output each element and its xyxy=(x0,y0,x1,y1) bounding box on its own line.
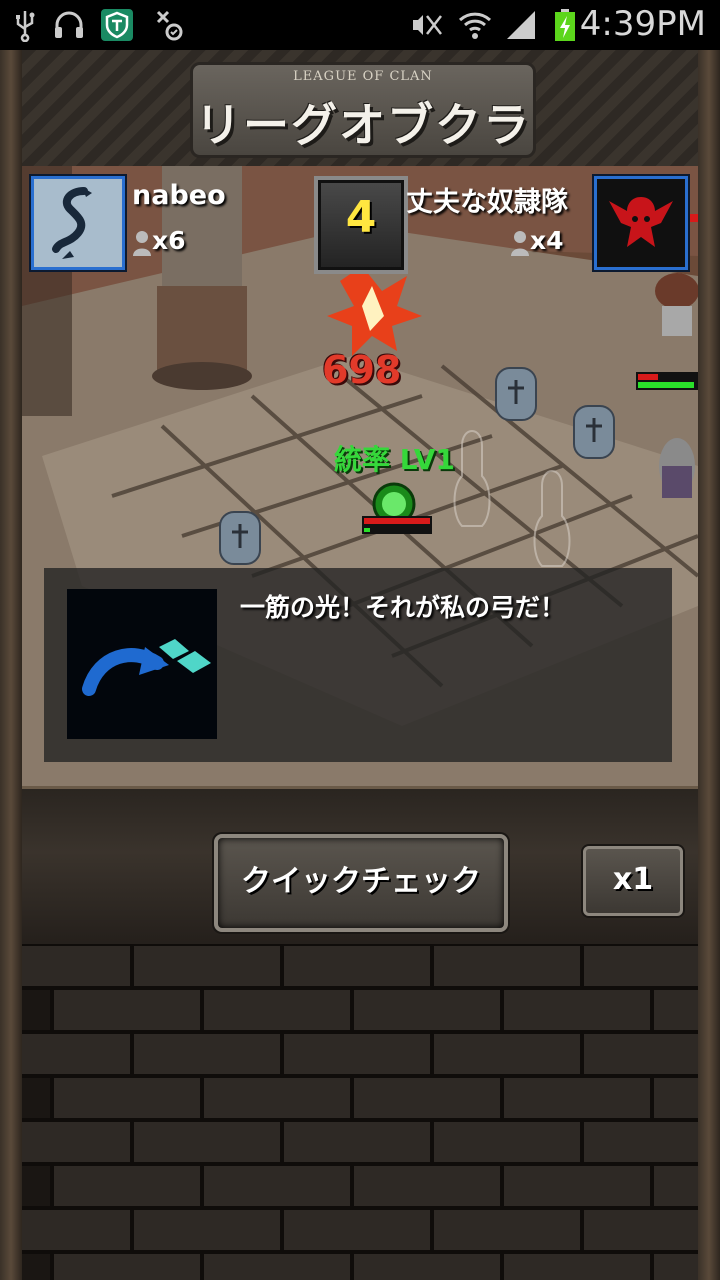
unit-count-icon xyxy=(133,231,151,256)
quick-check-button[interactable]: クイックチェック xyxy=(214,834,508,932)
turn-counter: 4 xyxy=(314,176,408,274)
signal-icon xyxy=(507,11,535,39)
skill-quote: 一筋の光！それが私の弓だ！ xyxy=(240,593,566,622)
battlefield: nabeo x6 4 丈夫な奴隷隊 x4 698 統率 LV1 一筋の光！それが… xyxy=(22,166,698,786)
enemy-unit-count: x4 xyxy=(530,226,564,255)
enemy-unit-count-icon xyxy=(511,231,529,256)
frame-right xyxy=(698,50,720,1280)
frame-left xyxy=(0,50,22,1280)
player-unit-count: x6 xyxy=(152,226,186,255)
logo-subtitle: LEAGUE OF CLAN xyxy=(293,69,433,84)
speed-toggle-button[interactable]: x1 xyxy=(583,846,683,916)
usb-debug-icon xyxy=(156,10,183,41)
skill-arrow-icon xyxy=(67,589,217,739)
clock: 4:39PM xyxy=(579,4,706,44)
enemy-name: 丈夫な奴隷隊 xyxy=(406,187,568,218)
brick-wall-pattern xyxy=(22,944,698,1280)
game-header: LEAGUE OF CLAN リーグオブクラン xyxy=(22,50,698,218)
leadership-status: 統率 LV1 xyxy=(334,443,455,476)
battery-charging-icon xyxy=(555,9,575,41)
control-bar: クイックチェック x1 xyxy=(22,786,698,950)
wifi-icon xyxy=(458,12,492,39)
skill-dialog: 一筋の光！それが私の弓だ！ xyxy=(44,568,672,762)
turn-number: 4 xyxy=(345,192,377,243)
damage-number: 698 xyxy=(322,348,402,392)
brick-wall-background xyxy=(22,944,698,1280)
mute-icon xyxy=(413,15,442,35)
game-logo: LEAGUE OF CLAN リーグオブクラン xyxy=(190,62,536,218)
headphones-icon xyxy=(55,11,83,38)
player-avatar[interactable] xyxy=(31,176,125,270)
enemy-avatar[interactable] xyxy=(594,176,688,270)
player-name: nabeo xyxy=(132,180,226,211)
usb-icon xyxy=(16,11,35,42)
status-bar: 4:39PM xyxy=(0,0,720,50)
shield-app-icon xyxy=(101,9,133,41)
